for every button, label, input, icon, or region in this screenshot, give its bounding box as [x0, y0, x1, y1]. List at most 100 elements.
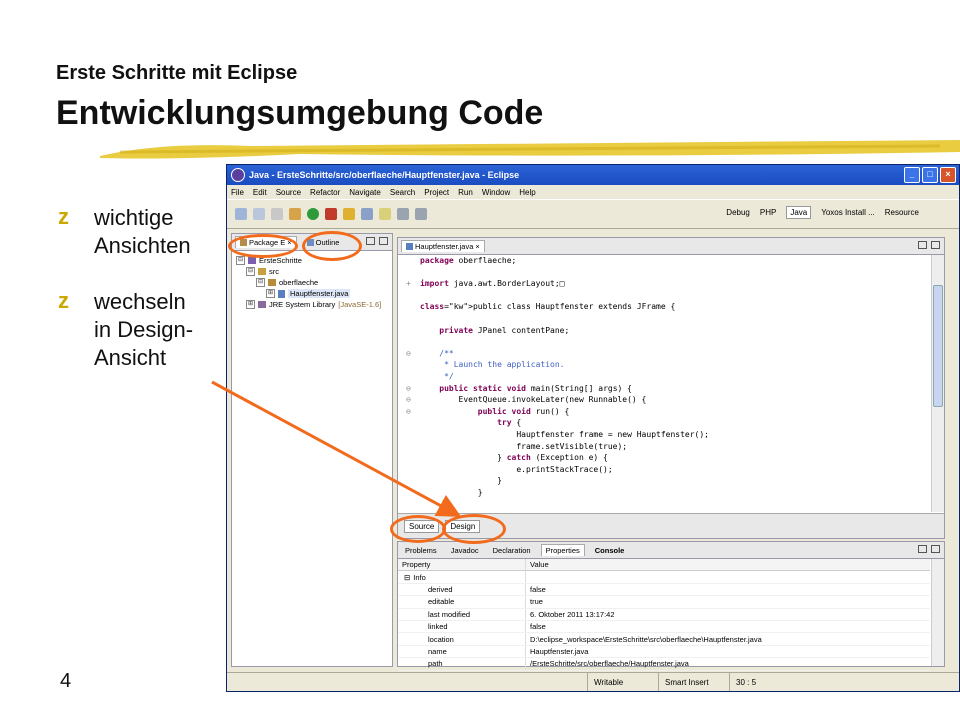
scroll-thumb[interactable]	[933, 285, 943, 407]
perspective-java[interactable]: Java	[786, 206, 812, 219]
menu-search[interactable]: Search	[390, 188, 415, 197]
minimize-button[interactable]: _	[904, 167, 920, 183]
table-row[interactable]: linked false	[398, 620, 930, 634]
perspective-php[interactable]: PHP	[760, 208, 776, 217]
tab-properties[interactable]: Properties	[540, 544, 585, 556]
code-line[interactable]: private JPanel contentPane;	[420, 326, 569, 335]
back-icon[interactable]	[397, 208, 409, 220]
menu-refactor[interactable]: Refactor	[310, 188, 340, 197]
code-line[interactable]: }	[420, 476, 502, 485]
perspective-resource[interactable]: Resource	[885, 208, 919, 217]
tree-item-jre-library[interactable]: ⊞ JRE System Library [JavaSE-1.6]	[236, 299, 388, 310]
properties-table: Property Value ⊟ Info derived false editabl…	[398, 559, 930, 671]
code-line[interactable]: frame.setVisible(true);	[420, 442, 627, 451]
new-icon[interactable]	[235, 208, 247, 220]
menu-source[interactable]: Source	[276, 188, 301, 197]
tab-problems[interactable]: Problems	[401, 545, 441, 556]
fold-toggle-icon[interactable]: ⊖	[406, 407, 411, 416]
table-row[interactable]: path/ErsteSchritte/src/oberflaeche/Haupt…	[398, 658, 930, 671]
tab-declaration[interactable]: Declaration	[489, 545, 535, 556]
menu-edit[interactable]: Edit	[253, 188, 267, 197]
run-icon[interactable]	[307, 208, 319, 220]
menu-file[interactable]: File	[231, 188, 244, 197]
table-row[interactable]: derived false	[398, 583, 930, 597]
minimize-view-icon[interactable]	[918, 545, 927, 553]
bullet-text: wechseln in Design- Ansicht	[94, 289, 194, 370]
code-line[interactable]: package oberflaeche;	[420, 256, 516, 265]
collapse-icon[interactable]: ⊟	[256, 278, 265, 287]
code-line[interactable]: }	[420, 488, 483, 497]
menu-window[interactable]: Window	[482, 188, 510, 197]
tree-item-src[interactable]: ⊟ src	[236, 266, 388, 277]
window-titlebar[interactable]: Java - ErsteSchritte/src/oberflaeche/Hau…	[227, 165, 959, 185]
table-header: Property Value	[398, 559, 930, 572]
save-icon[interactable]	[253, 208, 265, 220]
menu-bar: File Edit Source Refactor Navigate Searc…	[227, 185, 959, 199]
properties-scrollbar[interactable]	[931, 559, 944, 666]
code-line[interactable]: class="kw">public class Hauptfenster ext…	[420, 302, 675, 311]
table-row[interactable]: editable true	[398, 596, 930, 609]
minimize-view-icon[interactable]	[366, 237, 375, 245]
collapse-icon[interactable]: ⊟	[246, 267, 255, 276]
collapse-icon[interactable]: ⊟	[236, 256, 245, 265]
perspective-bar: Debug PHP Java Yoxos Install ... Resourc…	[726, 206, 919, 219]
highlight-design	[442, 514, 506, 544]
expand-icon[interactable]: ⊞	[266, 289, 275, 298]
project-tree: ⊟ ErsteSchritte ⊟ src ⊟ oberflaeche ⊞ Ha…	[232, 251, 392, 314]
column-value: Value	[530, 560, 549, 570]
code-line[interactable]: EventQueue.invokeLater(new Runnable() {	[420, 395, 647, 404]
code-line[interactable]: /**	[420, 349, 453, 358]
code-line[interactable]: public static void main(String[] args) {	[420, 384, 632, 393]
fold-toggle-icon[interactable]: ⊖	[406, 395, 411, 404]
fold-toggle-icon[interactable]: ⊖	[406, 384, 411, 393]
status-writable: Writable	[587, 673, 658, 691]
table-category-info[interactable]: ⊟ Info	[398, 571, 930, 584]
property-value: false	[530, 584, 546, 594]
tab-javadoc[interactable]: Javadoc	[447, 545, 483, 556]
collapse-icon[interactable]: ⊟	[404, 573, 410, 582]
tree-item-java-file[interactable]: ⊞ Hauptfenster.java	[236, 288, 388, 299]
menu-help[interactable]: Help	[519, 188, 535, 197]
maximize-button[interactable]: □	[922, 167, 938, 183]
close-button[interactable]: ×	[940, 167, 956, 183]
minimize-view-icon[interactable]	[918, 241, 927, 249]
menu-navigate[interactable]: Navigate	[349, 188, 381, 197]
maximize-view-icon[interactable]	[931, 241, 940, 249]
tab-hauptfenster-java[interactable]: Hauptfenster.java ×	[401, 240, 485, 252]
code-line[interactable]: */	[420, 372, 454, 381]
search-icon[interactable]	[379, 208, 391, 220]
external-tools-icon[interactable]	[325, 208, 337, 220]
new-java-class-icon[interactable]	[343, 208, 355, 220]
maximize-view-icon[interactable]	[379, 237, 388, 245]
table-row[interactable]: last modified 6. Oktober 2011 13:17:42	[398, 608, 930, 621]
code-line[interactable]: try {	[420, 418, 521, 427]
menu-project[interactable]: Project	[424, 188, 449, 197]
tree-item-package[interactable]: ⊟ oberflaeche	[236, 277, 388, 288]
bottom-tabs: Problems Javadoc Declaration Properties …	[398, 542, 944, 559]
fold-toggle-icon[interactable]: ⊖	[406, 349, 411, 358]
perspective-debug[interactable]: Debug	[726, 208, 750, 217]
bullet-marker: z	[58, 288, 69, 313]
menu-run[interactable]: Run	[458, 188, 473, 197]
code-line[interactable]: Hauptfenster frame = new Hauptfenster();	[420, 430, 709, 439]
tab-console[interactable]: Console	[591, 545, 629, 556]
perspective-yoxos[interactable]: Yoxos Install ...	[821, 208, 875, 217]
debug-icon[interactable]	[289, 208, 301, 220]
maximize-view-icon[interactable]	[931, 545, 940, 553]
fold-toggle-icon[interactable]: +	[406, 279, 411, 288]
code-line[interactable]: import java.awt.BorderLayout;□	[420, 279, 565, 288]
expand-icon[interactable]: ⊞	[246, 300, 255, 309]
code-line[interactable]: } catch (Exception e) {	[420, 453, 608, 462]
highlight-package-explorer	[228, 234, 298, 258]
code-line[interactable]: public void run() {	[420, 407, 570, 416]
forward-icon[interactable]	[415, 208, 427, 220]
table-row[interactable]: name Hauptfenster.java	[398, 645, 930, 659]
print-icon[interactable]	[271, 208, 283, 220]
property-value: false	[530, 622, 546, 632]
table-row[interactable]: location D:\eclipse_workspace\ErsteSchrit…	[398, 633, 930, 646]
editor-scrollbar[interactable]	[931, 255, 944, 512]
open-type-icon[interactable]	[361, 208, 373, 220]
code-line[interactable]: * Launch the application.	[420, 360, 564, 369]
code-line[interactable]: e.printStackTrace();	[420, 465, 612, 474]
highlight-source	[390, 515, 446, 543]
